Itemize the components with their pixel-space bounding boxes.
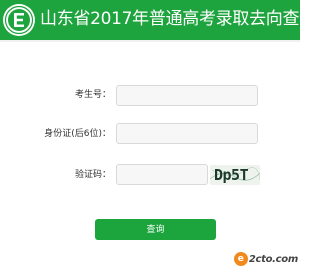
exam-number-label: 考生号： — [74, 90, 111, 100]
id-last6-label: 身份证(后6位)： — [44, 129, 111, 139]
watermark-text: 2cto.com — [248, 253, 298, 265]
site-watermark: e 2cto.com — [233, 252, 298, 266]
query-page: 山东省2017年普通高考录取去向查询 考生号： 身份证(后6位)： 验证码： D… — [0, 0, 316, 270]
header-bar: 山东省2017年普通高考录取去向查询 — [0, 0, 316, 42]
exam-number-input[interactable] — [116, 85, 258, 106]
query-button[interactable]: 查询 — [95, 219, 216, 240]
captcha-text: Dp5T — [214, 166, 249, 184]
captcha-input[interactable] — [116, 164, 208, 185]
page-title: 山东省2017年普通高考录取去向查询 — [40, 9, 316, 29]
id-last6-input[interactable] — [116, 123, 258, 144]
exam-authority-logo-icon — [3, 4, 35, 36]
captcha-image[interactable]: Dp5T — [210, 165, 260, 185]
watermark-logo-icon: e — [233, 252, 248, 266]
captcha-label: 验证码： — [74, 170, 111, 180]
